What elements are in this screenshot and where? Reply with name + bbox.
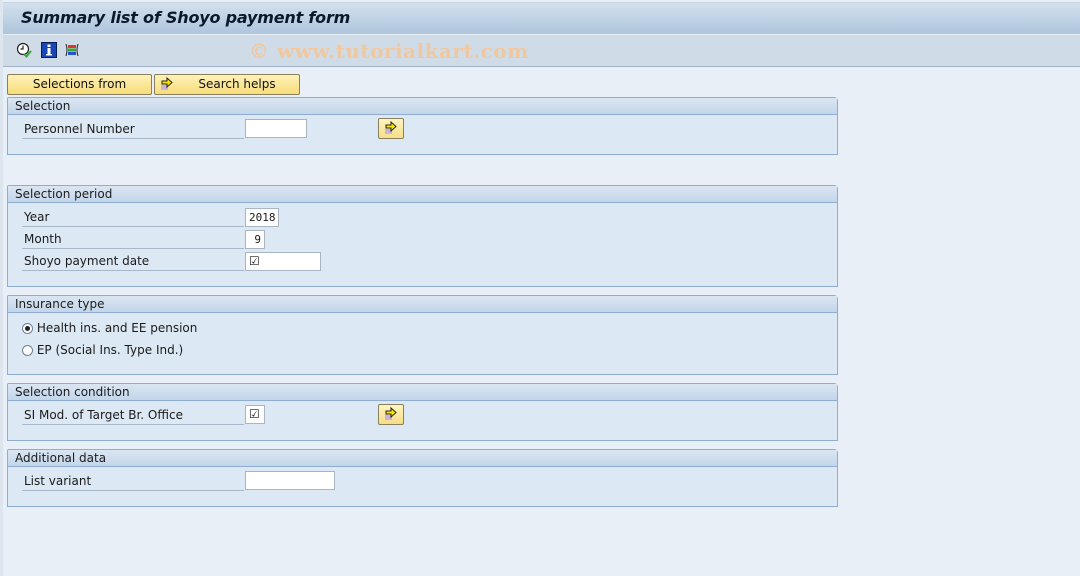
radio-option-ep-social-ins[interactable]: EP (Social Ins. Type Ind.)	[22, 341, 183, 359]
month-label: Month	[22, 230, 244, 249]
group-selection-period-title: Selection period	[8, 186, 837, 203]
group-insurance-type-title: Insurance type	[8, 296, 837, 313]
application-toolbar: © www.tutorialkart.com	[3, 34, 1080, 67]
radio-label: EP (Social Ins. Type Ind.)	[36, 343, 184, 357]
radio-button-selected[interactable]	[22, 323, 33, 334]
page-title: Summary list of Shoyo payment form	[21, 8, 351, 27]
info-icon[interactable]	[41, 42, 57, 58]
group-additional-data-title: Additional data	[8, 450, 837, 467]
si-mod-checkbox[interactable]: ☑	[245, 405, 265, 424]
list-variant-label: List variant	[22, 472, 244, 491]
multiple-selection-button[interactable]	[378, 118, 404, 139]
watermark: © www.tutorialkart.com	[249, 39, 529, 63]
multiple-selection-button[interactable]	[378, 404, 404, 425]
personnel-number-input[interactable]	[245, 119, 307, 138]
search-helps-button[interactable]: Search helps	[154, 74, 300, 95]
list-variant-input[interactable]	[245, 471, 335, 490]
layout-icon[interactable]	[64, 42, 80, 58]
radio-option-health-ins[interactable]: Health ins. and EE pension	[22, 319, 197, 337]
shoyo-payment-date-checkbox[interactable]: ☑	[245, 252, 321, 271]
shoyo-payment-date-label: Shoyo payment date	[22, 252, 244, 271]
window-frame	[0, 0, 3, 576]
radio-button[interactable]	[22, 345, 33, 356]
year-input[interactable]: 2018	[245, 208, 279, 227]
arrow-right-icon	[383, 406, 399, 422]
search-helps-label: Search helps	[198, 77, 276, 91]
si-mod-label: SI Mod. of Target Br. Office	[22, 406, 244, 425]
title-bar: Summary list of Shoyo payment form	[3, 2, 1080, 34]
group-insurance-type: Insurance type Health ins. and EE pensio…	[7, 295, 838, 375]
execute-icon[interactable]	[16, 42, 32, 58]
arrow-right-icon	[383, 120, 399, 136]
group-additional-data: Additional data List variant	[7, 449, 838, 507]
group-selection-title: Selection	[8, 98, 837, 115]
selections-from-button[interactable]: Selections from	[7, 74, 152, 95]
radio-label: Health ins. and EE pension	[36, 321, 198, 335]
selections-from-label: Selections from	[32, 77, 127, 91]
group-selection: Selection Personnel Number	[7, 97, 838, 155]
arrow-right-icon	[159, 76, 175, 92]
personnel-number-label: Personnel Number	[22, 120, 244, 139]
year-label: Year	[22, 208, 244, 227]
group-selection-condition: Selection condition SI Mod. of Target Br…	[7, 383, 838, 441]
group-selection-condition-title: Selection condition	[8, 384, 837, 401]
group-selection-period: Selection period Year 2018 Month 9 Shoyo…	[7, 185, 838, 287]
month-input[interactable]: 9	[245, 230, 265, 249]
